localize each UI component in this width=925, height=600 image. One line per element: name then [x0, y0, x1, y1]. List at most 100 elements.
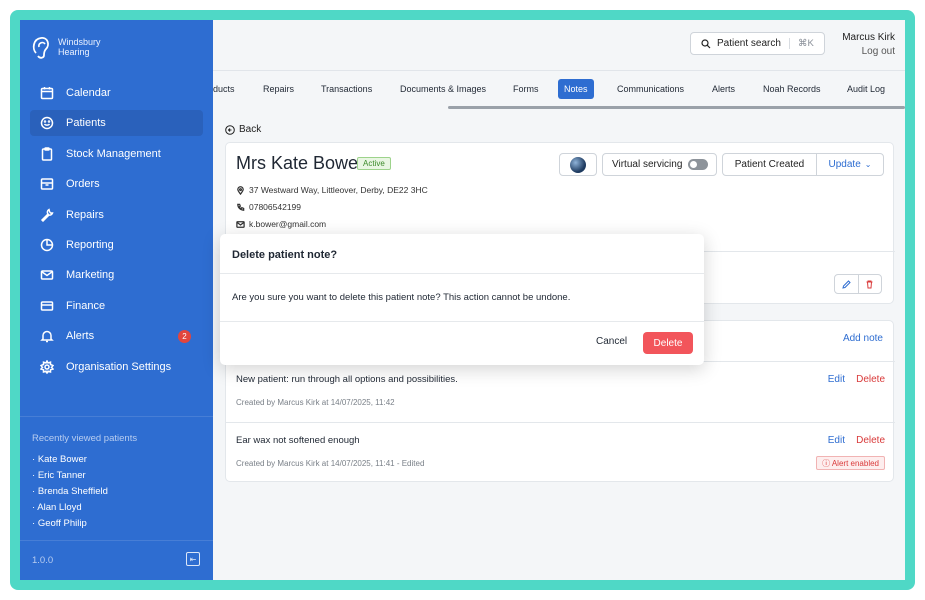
collapse-icon: ⇤ — [189, 554, 197, 564]
pencil-icon[interactable] — [835, 275, 859, 293]
recent-patient-link[interactable]: · Brenda Sheffield — [32, 484, 108, 500]
sidebar-divider — [20, 540, 213, 541]
sidebar-item-finance[interactable]: Finance — [30, 293, 203, 319]
wrench-icon — [40, 207, 54, 222]
alerts-count-badge: 2 — [178, 329, 191, 343]
sidebar-item-stock-management[interactable]: Stock Management — [30, 141, 203, 167]
tab-repairs[interactable]: Repairs — [257, 79, 300, 99]
app-window: Windsbury Hearing Calendar Patients Stoc… — [20, 20, 905, 580]
sidebar-item-patients[interactable]: Patients — [30, 110, 203, 137]
app-version: 1.0.0 — [32, 555, 54, 566]
clipboard-icon — [40, 147, 54, 161]
pie-chart-icon — [40, 238, 54, 252]
patient-tabs: ducts Repairs Transactions Documents & I… — [213, 70, 905, 108]
note-row: Ear wax not softened enough Created by M… — [226, 422, 895, 483]
collapse-sidebar-button[interactable]: ⇤ — [186, 552, 200, 566]
toggle-switch[interactable] — [688, 159, 709, 170]
patient-created-button[interactable]: Patient Created — [723, 154, 817, 175]
card-icon — [40, 299, 54, 313]
ear-logo-icon — [32, 37, 49, 59]
recent-patients-list: · Kate Bower · Eric Tanner · Brenda Shef… — [32, 452, 108, 532]
tab-products[interactable]: ducts — [207, 79, 241, 99]
back-link[interactable]: Back — [225, 124, 261, 135]
delete-note-button[interactable]: Delete — [856, 374, 885, 385]
sidebar-item-reporting[interactable]: Reporting — [30, 232, 203, 258]
patient-status-group: Patient Created Update ⌄ — [722, 153, 884, 176]
patient-phone: 07806542199 — [236, 202, 301, 212]
patient-name: Mrs Kate Bower — [236, 153, 365, 173]
mail-icon — [236, 220, 245, 228]
sidebar: Windsbury Hearing Calendar Patients Stoc… — [20, 20, 213, 580]
patient-avatar-button[interactable] — [559, 153, 597, 176]
note-row: New patient: run through all options and… — [226, 361, 895, 422]
user-name: Marcus Kirk — [842, 32, 895, 43]
status-badge: Active — [357, 157, 391, 170]
mail-icon — [40, 268, 54, 282]
tab-documents-images[interactable]: Documents & Images — [394, 79, 492, 99]
sidebar-item-marketing[interactable]: Marketing — [30, 262, 203, 288]
note-text: New patient: run through all options and… — [236, 374, 458, 385]
sidebar-nav: Calendar Patients Stock Management Order… — [30, 80, 203, 384]
logout-link[interactable]: Log out — [862, 46, 895, 57]
edit-note-button[interactable]: Edit — [828, 435, 845, 446]
alert-circle-icon: ⓘ — [822, 459, 831, 468]
tab-forms[interactable]: Forms — [507, 79, 545, 99]
dialog-message: Are you sure you want to delete this pat… — [232, 292, 571, 303]
search-shortcut: ⌘K — [788, 38, 814, 49]
sidebar-divider — [20, 416, 213, 417]
note-meta: Created by Marcus Kirk at 14/07/2025, 11… — [236, 398, 395, 407]
dialog-divider — [220, 321, 704, 322]
bell-icon — [40, 329, 54, 343]
phone-icon — [237, 203, 245, 211]
cancel-button[interactable]: Cancel — [596, 336, 627, 347]
note-actions — [834, 274, 882, 294]
brand-name: Windsbury Hearing — [58, 37, 101, 57]
confirm-delete-button[interactable]: Delete — [643, 332, 693, 354]
dialog-divider — [220, 273, 704, 274]
sidebar-item-label: Orders — [66, 178, 100, 191]
back-arrow-icon — [225, 124, 235, 135]
sidebar-item-repairs[interactable]: Repairs — [30, 202, 203, 228]
edit-note-button[interactable]: Edit — [828, 374, 845, 385]
patient-address: 37 Westward Way, Littleover, Derby, DE22… — [236, 185, 428, 195]
alert-enabled-badge: ⓘ Alert enabled — [816, 456, 885, 470]
recent-patient-link[interactable]: · Geoff Philip — [32, 516, 108, 532]
note-text: Ear wax not softened enough — [236, 435, 360, 446]
delete-note-dialog: Delete patient note? Are you sure you wa… — [220, 234, 704, 365]
note-meta: Created by Marcus Kirk at 14/07/2025, 11… — [236, 459, 425, 468]
tab-transactions[interactable]: Transactions — [315, 79, 378, 99]
sidebar-item-label: Finance — [66, 299, 106, 312]
delete-note-button[interactable]: Delete — [856, 435, 885, 446]
tab-alerts[interactable]: Alerts — [706, 79, 741, 99]
location-pin-icon — [237, 185, 244, 195]
tab-noah-records[interactable]: Noah Records — [757, 79, 827, 99]
avatar — [570, 156, 586, 173]
patient-search-button[interactable]: Patient search ⌘K — [690, 32, 825, 55]
recent-patients-heading: Recently viewed patients — [32, 433, 138, 444]
trash-icon[interactable] — [859, 275, 882, 293]
brand-logo[interactable]: Windsbury Hearing — [30, 32, 101, 62]
sidebar-item-organisation-settings[interactable]: Organisation Settings — [30, 354, 203, 380]
tab-communications[interactable]: Communications — [611, 79, 690, 99]
sidebar-item-calendar[interactable]: Calendar — [30, 80, 203, 106]
recent-patient-link[interactable]: · Eric Tanner — [32, 468, 108, 484]
sidebar-item-alerts[interactable]: Alerts 2 — [30, 323, 203, 349]
chevron-down-icon: ⌄ — [864, 160, 872, 169]
virtual-servicing-toggle[interactable]: Virtual servicing — [602, 153, 717, 176]
update-status-button[interactable]: Update ⌄ — [817, 154, 883, 175]
top-bar: Patient search ⌘K Marcus Kirk Log out — [213, 20, 905, 70]
recent-patient-link[interactable]: · Alan Lloyd — [32, 500, 108, 516]
gear-icon — [40, 359, 54, 374]
search-icon — [701, 38, 711, 48]
recent-patient-link[interactable]: · Kate Bower — [32, 452, 108, 468]
patient-search-label: Patient search — [717, 38, 781, 49]
tab-audit-log[interactable]: Audit Log — [841, 79, 891, 99]
sidebar-item-label: Organisation Settings — [66, 360, 172, 373]
smile-icon — [40, 116, 54, 130]
tab-notes[interactable]: Notes — [558, 79, 594, 99]
sidebar-item-label: Calendar — [66, 87, 111, 99]
add-note-button[interactable]: Add note — [843, 333, 883, 344]
sidebar-item-orders[interactable]: Orders — [30, 171, 203, 197]
tabs-scrollbar[interactable] — [448, 106, 905, 109]
patient-email: k.bower@gmail.com — [236, 219, 326, 229]
